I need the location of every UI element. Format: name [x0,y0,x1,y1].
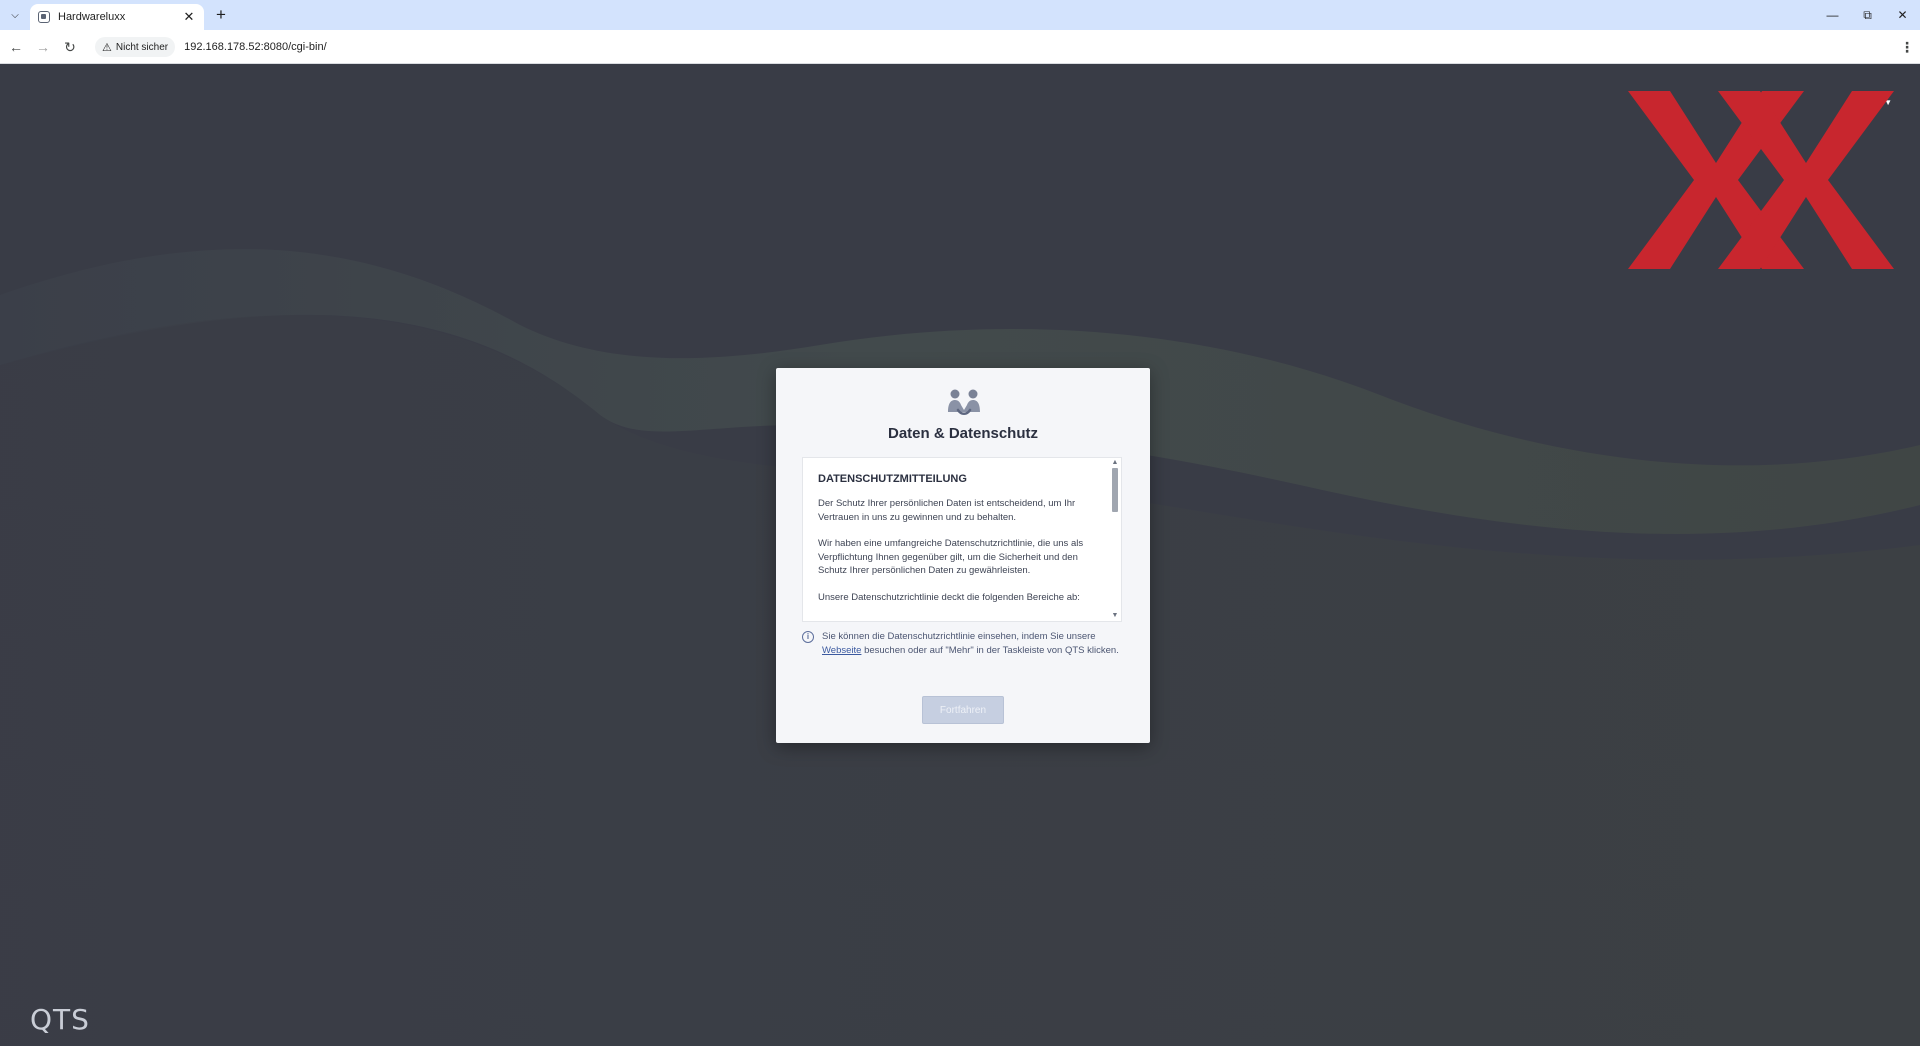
security-chip[interactable]: ⚠ Nicht sicher [95,37,176,57]
tab-close-icon[interactable]: ✕ [182,9,196,25]
privacy-info-note: i Sie können die Datenschutzrichtlinie e… [802,630,1132,657]
warning-icon: ⚠ [102,41,112,54]
new-tab-button[interactable]: + [211,5,231,25]
window-close-icon[interactable]: ✕ [1885,0,1920,30]
forward-icon[interactable]: → [32,36,54,58]
qts-logo: QTS [30,1003,90,1036]
privacy-dialog: Daten & Datenschutz DATENSCHUTZMITTEILUN… [776,368,1150,743]
security-label: Nicht sicher [115,41,169,53]
dialog-title: Daten & Datenschutz [887,425,1039,442]
browser-menu-icon[interactable]: ⋮ [1900,38,1914,56]
privacy-notice-content: DATENSCHUTZMITTEILUNG Der Schutz Ihrer p… [818,473,1108,617]
scroll-thumb[interactable] [1112,468,1118,512]
browser-tab[interactable]: Hardwareluxx ✕ [30,4,204,30]
browser-tabbar: ⌵ Hardwareluxx ✕ + — ⧉ ✕ [0,0,1920,30]
back-icon[interactable]: ← [5,36,27,58]
scroll-down-icon[interactable]: ▼ [1111,612,1119,620]
window-controls: — ⧉ ✕ [1815,0,1920,30]
favicon-icon [38,11,50,23]
info-icon: i [802,631,814,643]
notice-paragraph: Der Schutz Ihrer persönlichen Daten ist … [818,498,1076,523]
notice-paragraph: Unsere Datenschutzrichtlinie deckt die f… [818,591,1080,603]
restore-icon[interactable]: ⧉ [1850,0,1885,30]
info-suffix: besuchen oder auf "Mehr" in der Taskleis… [864,644,1119,656]
notice-heading: DATENSCHUTZMITTEILUNG [818,473,967,485]
browser-toolbar: ← → ↻ ⚠ Nicht sicher 192.168.178.52:8080… [0,30,1920,64]
privacy-notice-scrollbox[interactable]: DATENSCHUTZMITTEILUNG Der Schutz Ihrer p… [802,457,1122,622]
tab-search-icon[interactable]: ⌵ [4,6,26,24]
tab-title: Hardwareluxx [58,11,126,23]
reload-icon[interactable]: ↻ [59,36,81,58]
address-bar[interactable]: ⚠ Nicht sicher 192.168.178.52:8080/cgi-b… [92,35,1872,59]
url-text[interactable]: 192.168.178.52:8080/cgi-bin/ [184,41,327,53]
info-prefix: Sie können die Datenschutzrichtlinie ein… [822,631,1096,642]
handshake-people-icon [948,389,980,415]
website-link[interactable]: Webseite [822,645,861,656]
scroll-up-icon[interactable]: ▲ [1111,459,1119,467]
qts-login-page: che ▼ Daten & Datenschutz DATENSCHUTZMIT… [0,65,1920,1046]
scrollbar[interactable]: ▲ ▼ [1109,458,1121,621]
notice-paragraph: Wir haben eine umfangreiche Datenschutzr… [818,538,1084,576]
info-text: Sie können die Datenschutzrichtlinie ein… [822,630,1132,657]
continue-button[interactable]: Fortfahren [922,696,1004,724]
minimize-icon[interactable]: — [1815,0,1850,30]
hardwareluxx-watermark-logo [1628,91,1894,269]
